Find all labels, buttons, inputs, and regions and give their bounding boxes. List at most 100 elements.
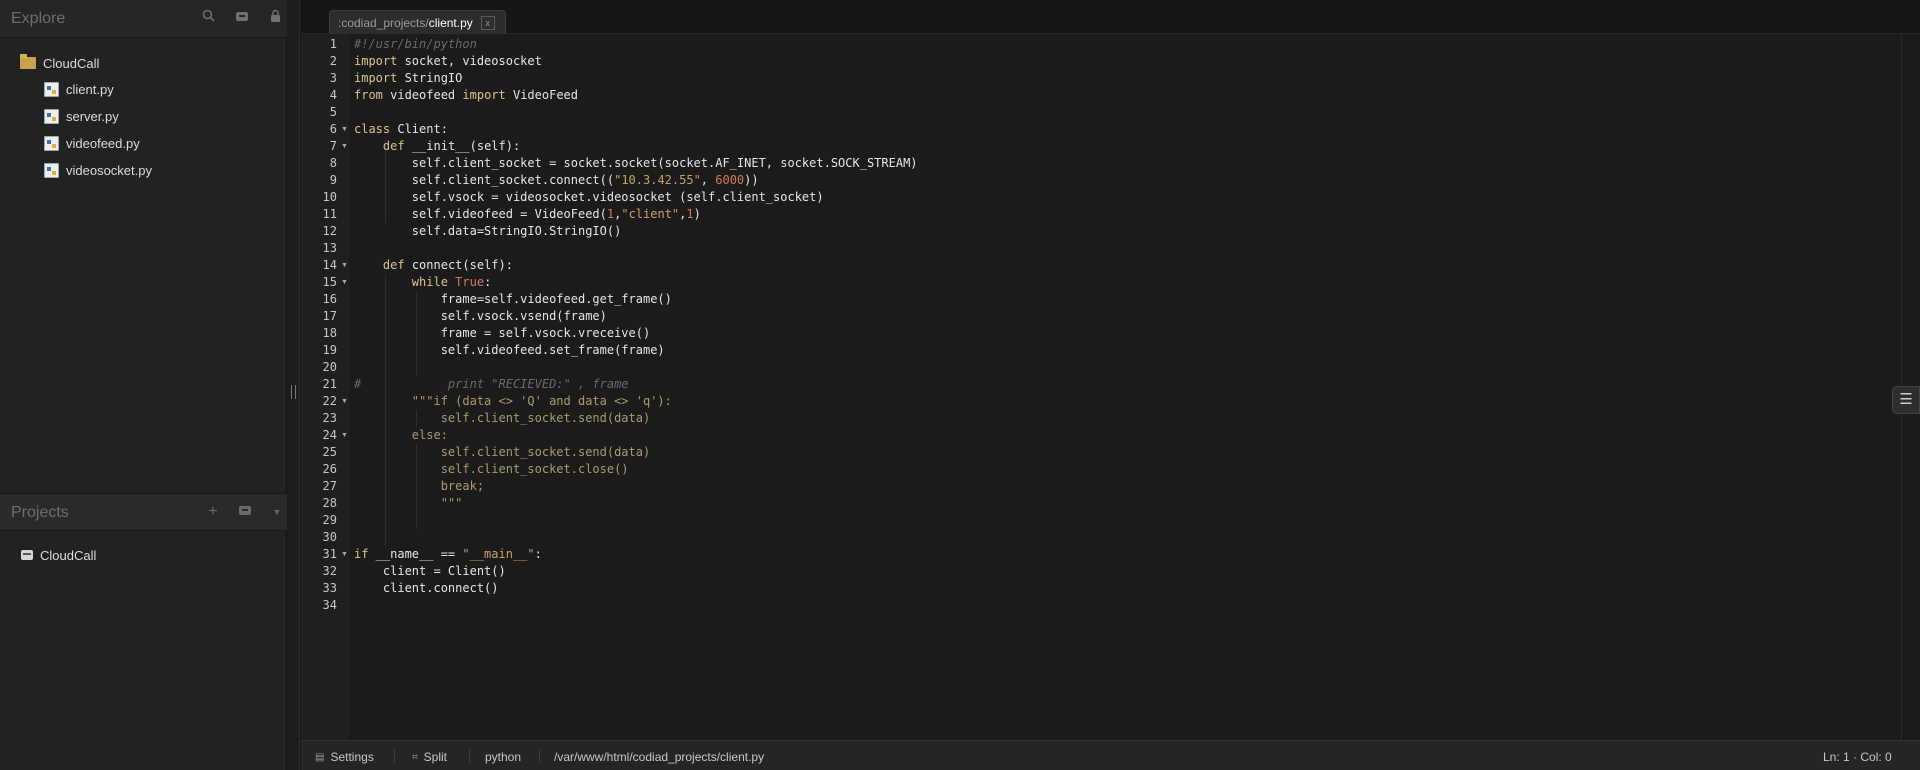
- explore-header: Explore: [0, 0, 287, 38]
- code-line: self.videofeed.set_frame(frame): [354, 343, 665, 357]
- tree-folder-cloudcall[interactable]: CloudCall: [20, 52, 99, 74]
- line-number: 4: [329, 88, 337, 102]
- projects-title: Projects: [11, 504, 69, 521]
- fold-arrow-icon[interactable]: ▼: [341, 274, 348, 291]
- code-line: import socket, videosocket: [354, 54, 542, 68]
- line-number: 12: [322, 224, 337, 238]
- tab-bar: :codiad_projects/client.py x: [301, 0, 1920, 34]
- plus-icon[interactable]: +: [204, 503, 222, 521]
- line-number: 9: [329, 173, 337, 187]
- folder-label: CloudCall: [43, 55, 100, 71]
- line-number: 33: [322, 581, 337, 595]
- python-file-icon: [44, 162, 59, 178]
- line-number: 18: [322, 326, 337, 340]
- line-number: 21: [322, 377, 337, 391]
- code-text-area[interactable]: #!/usr/bin/python import socket, videoso…: [349, 34, 1899, 740]
- code-editor[interactable]: 1 2 3 4 5 6 7 8 9 10 11 12 13 14 15 16 1…: [301, 34, 1901, 740]
- codiad-ide: Explore CloudCall client.py server.py vi…: [0, 0, 1920, 770]
- file-label: server.py: [66, 108, 119, 124]
- file-path-label: /var/www/html/codiad_projects/client.py: [554, 750, 765, 764]
- code-line: # print "RECIEVED:" , frame: [354, 377, 629, 391]
- tree-file-videosocket[interactable]: videosocket.py: [44, 159, 152, 181]
- python-file-icon: [44, 135, 59, 151]
- status-bar: ▤ Settings ⌗ Split python /var/www/html/…: [301, 740, 1920, 770]
- lock-icon[interactable]: [266, 9, 284, 27]
- line-number: 28: [322, 496, 337, 510]
- language-selector[interactable]: python: [485, 749, 521, 765]
- tab-path: :codiad_projects/: [338, 15, 429, 30]
- explore-title: Explore: [11, 10, 66, 27]
- line-number: 6: [329, 122, 337, 136]
- fold-arrow-icon[interactable]: ▼: [341, 393, 348, 410]
- code-line: self.vsock.vsend(frame): [354, 309, 607, 323]
- line-number: 10: [322, 190, 337, 204]
- code-line: self.client_socket.close(): [354, 462, 629, 476]
- archive-icon[interactable]: [233, 9, 251, 27]
- line-number: 1: [329, 37, 337, 51]
- code-line: from videofeed import VideoFeed: [354, 88, 578, 102]
- line-number: 22: [322, 394, 337, 408]
- project-item-cloudcall[interactable]: CloudCall: [21, 544, 96, 566]
- file-label: videofeed.py: [66, 135, 140, 151]
- fold-arrow-icon[interactable]: ▼: [341, 427, 348, 444]
- chevron-down-icon[interactable]: ▼: [268, 503, 286, 521]
- cursor-position: Ln: 1 · Col: 0: [1823, 749, 1892, 765]
- code-line: self.client_socket.send(data): [354, 445, 651, 459]
- code-line: client = Client(): [354, 564, 506, 578]
- tree-file-client[interactable]: client.py: [44, 78, 114, 100]
- code-line: else:: [354, 428, 448, 442]
- split-icon: ⌗: [412, 751, 418, 763]
- settings-button[interactable]: ▤ Settings: [315, 749, 374, 765]
- line-number: 29: [322, 513, 337, 527]
- tab-client-py[interactable]: :codiad_projects/client.py x: [329, 10, 506, 34]
- close-tab-button[interactable]: x: [480, 15, 495, 30]
- split-button[interactable]: ⌗ Split: [412, 749, 447, 765]
- line-number: 24: [322, 428, 337, 442]
- code-line: if __name__ == "__main__":: [354, 547, 542, 561]
- sidebar-resize-handle[interactable]: [287, 0, 300, 770]
- code-line: frame=self.videofeed.get_frame(): [354, 292, 672, 306]
- fold-arrow-icon[interactable]: ▼: [341, 121, 348, 138]
- code-line: self.client_socket.send(data): [354, 411, 651, 425]
- menu-icon[interactable]: ☰: [1892, 386, 1920, 414]
- fold-arrow-icon[interactable]: ▼: [341, 257, 348, 274]
- line-number: 15: [322, 275, 337, 289]
- line-number: 17: [322, 309, 337, 323]
- line-number: 2: [329, 54, 337, 68]
- python-file-icon: [44, 81, 59, 97]
- line-number: 32: [322, 564, 337, 578]
- file-path: /var/www/html/codiad_projects/client.py: [554, 749, 764, 765]
- line-number: 19: [322, 343, 337, 357]
- code-line: frame = self.vsock.vreceive(): [354, 326, 651, 340]
- code-line: self.client_socket.connect(("10.3.42.55"…: [354, 173, 759, 187]
- file-label: client.py: [66, 81, 114, 97]
- line-number: 34: [322, 598, 337, 612]
- python-file-icon: [44, 108, 59, 124]
- code-line: def __init__(self):: [382, 139, 521, 153]
- line-number: 23: [322, 411, 337, 425]
- folder-icon: [20, 54, 36, 69]
- line-number-gutter: 1 2 3 4 5 6 7 8 9 10 11 12 13 14 15 16 1…: [301, 34, 349, 740]
- fold-arrow-icon[interactable]: ▼: [341, 546, 348, 563]
- code-line: self.client_socket = socket.socket(socke…: [354, 156, 918, 170]
- code-line: self.vsock = videosocket.videosocket (se…: [354, 190, 824, 204]
- line-number: 16: [322, 292, 337, 306]
- cursor-position-label: Ln: 1 · Col: 0: [1823, 750, 1892, 764]
- tree-file-videofeed[interactable]: videofeed.py: [44, 132, 140, 154]
- code-line: break;: [354, 479, 485, 493]
- fold-arrow-icon[interactable]: ▼: [341, 138, 348, 155]
- language-label: python: [485, 750, 522, 764]
- sidebar: Explore CloudCall client.py server.py vi…: [0, 0, 287, 770]
- code-line: #!/usr/bin/python: [354, 37, 477, 51]
- archive-icon[interactable]: [236, 503, 254, 521]
- divider: [469, 749, 470, 763]
- tree-file-server[interactable]: server.py: [44, 105, 119, 127]
- grip-icon: [291, 385, 296, 399]
- line-number: 3: [329, 71, 337, 85]
- line-number: 31: [322, 547, 337, 561]
- divider: [394, 749, 395, 763]
- code-line: class Client:: [354, 122, 448, 136]
- search-icon[interactable]: [199, 9, 217, 27]
- file-label: videosocket.py: [66, 162, 152, 178]
- split-label: Split: [423, 750, 447, 764]
